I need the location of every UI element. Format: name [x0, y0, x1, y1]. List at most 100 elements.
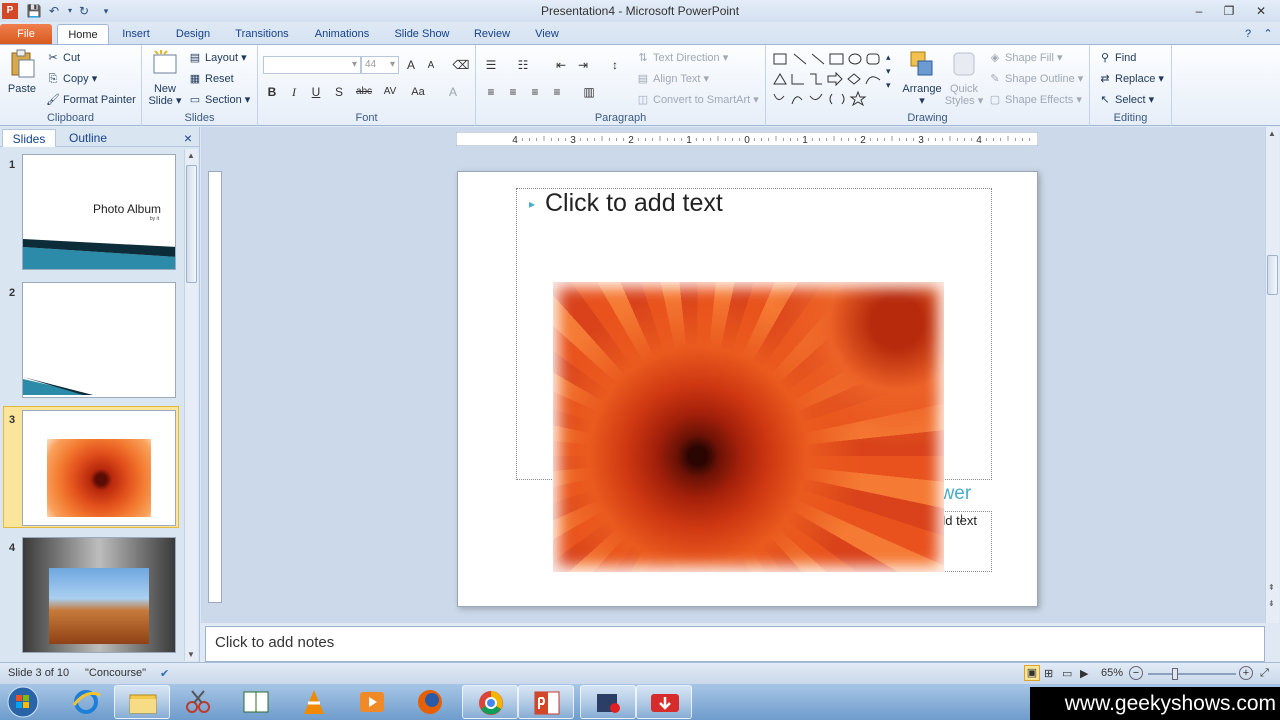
- text-shadow-button[interactable]: S: [330, 83, 348, 101]
- replace-button[interactable]: ⇄ Replace ▾: [1098, 71, 1164, 87]
- editor-scroll-thumb[interactable]: [1267, 255, 1278, 295]
- bold-button[interactable]: B: [263, 83, 281, 101]
- zoom-slider[interactable]: [1148, 668, 1236, 680]
- change-case-button[interactable]: Aa: [406, 83, 430, 101]
- maximize-button[interactable]: ❐: [1216, 2, 1242, 20]
- powerpoint-taskbar-icon[interactable]: [518, 685, 574, 719]
- tab-transitions[interactable]: Transitions: [228, 24, 296, 44]
- paintbrush-icon: 🖌: [46, 94, 60, 106]
- tab-view[interactable]: View: [528, 24, 566, 44]
- tab-design[interactable]: Design: [170, 24, 216, 44]
- shape-fill-button[interactable]: ◈ Shape Fill ▾: [988, 50, 1063, 66]
- underline-button[interactable]: U: [307, 83, 325, 101]
- italic-button[interactable]: I: [285, 83, 303, 101]
- downloader-icon[interactable]: [636, 685, 692, 719]
- ebook-reader-icon[interactable]: [228, 685, 284, 719]
- notes-pane[interactable]: Click to add notes: [205, 626, 1265, 662]
- tab-review[interactable]: Review: [468, 24, 516, 44]
- tab-home[interactable]: Home: [57, 24, 109, 44]
- align-center-icon[interactable]: ≡: [504, 83, 522, 101]
- normal-view-icon[interactable]: ▣: [1024, 665, 1040, 681]
- tab-insert[interactable]: Insert: [116, 24, 156, 44]
- select-button[interactable]: ↖ Select ▾: [1098, 92, 1154, 108]
- slide-thumbnail-4[interactable]: [22, 537, 176, 653]
- decrease-indent-icon[interactable]: ⇤: [552, 56, 570, 74]
- fit-slide-icon[interactable]: ⤢: [1260, 667, 1269, 680]
- align-text-button[interactable]: ▤ Align Text ▾: [636, 71, 709, 87]
- copy-button[interactable]: ⎘ Copy ▾: [46, 71, 98, 87]
- reading-view-icon[interactable]: ▭: [1062, 667, 1072, 680]
- firefox-icon[interactable]: [402, 685, 458, 719]
- shrink-font-button[interactable]: A: [422, 57, 440, 75]
- slide-thumbnail-1[interactable]: Photo Album by it: [22, 154, 176, 270]
- tab-slides[interactable]: Slides: [2, 129, 56, 147]
- zoom-in-icon[interactable]: +: [1239, 666, 1253, 680]
- shape-effects-button[interactable]: ▢ Shape Effects ▾: [988, 92, 1082, 108]
- media-player-icon[interactable]: [344, 685, 400, 719]
- character-spacing-button[interactable]: AV: [378, 83, 402, 101]
- pane-scroll-thumb[interactable]: [186, 165, 197, 283]
- tab-slide-show[interactable]: Slide Show: [388, 24, 456, 44]
- snipping-tool-icon[interactable]: [170, 685, 226, 719]
- start-button[interactable]: [2, 685, 44, 719]
- collapse-ribbon-icon[interactable]: ⌃: [1260, 24, 1276, 44]
- close-pane-button[interactable]: ×: [180, 129, 196, 147]
- slide-show-icon[interactable]: ▶: [1080, 667, 1088, 680]
- new-slide-button[interactable]: New Slide ▾: [146, 49, 184, 107]
- zoom-level[interactable]: 65%: [1101, 667, 1123, 679]
- paste-button[interactable]: Paste: [4, 49, 40, 95]
- grow-font-button[interactable]: A: [402, 56, 420, 74]
- slide-sorter-icon[interactable]: ⊞: [1044, 667, 1053, 680]
- ruler-tick-label: 3: [918, 135, 924, 146]
- group-paragraph: ☰ ☷ ⇤ ⇥ ↕ ≡ ≡ ≡ ≡ ▥ ⇅ Text Direction ▾ ▤ A…: [476, 45, 766, 126]
- chrome-icon[interactable]: [462, 685, 518, 719]
- slide-thumbnail-2[interactable]: [22, 282, 176, 398]
- zoom-out-icon[interactable]: −: [1129, 666, 1143, 680]
- notes-placeholder[interactable]: Click to add notes: [215, 634, 334, 651]
- close-button[interactable]: ✕: [1248, 2, 1274, 20]
- justify-icon[interactable]: ≡: [548, 83, 566, 101]
- font-name-field[interactable]: ▾: [263, 56, 361, 74]
- pane-scrollbar[interactable]: ▲ ▼: [184, 149, 198, 661]
- layout-button[interactable]: ▤ Layout ▾: [188, 50, 247, 66]
- file-explorer-icon[interactable]: [114, 685, 170, 719]
- find-button[interactable]: ⚲ Find: [1098, 50, 1136, 66]
- slide-canvas[interactable]: ▸ Click to add text ower dd text I: [457, 171, 1038, 607]
- gallery-scroll-icon[interactable]: ▴ ▾ ▾: [886, 50, 891, 92]
- numbering-icon[interactable]: ☷: [514, 56, 532, 74]
- reset-button[interactable]: ▦ Reset: [188, 71, 234, 87]
- strikethrough-button[interactable]: abc: [352, 83, 376, 101]
- internet-explorer-icon[interactable]: [58, 685, 114, 719]
- slide-thumbnail-3[interactable]: [22, 410, 176, 526]
- clear-formatting-icon[interactable]: ⌫: [452, 56, 470, 74]
- editor-scrollbar[interactable]: ▲ ⇞ ⇟: [1265, 127, 1279, 623]
- tab-file[interactable]: File: [0, 24, 52, 44]
- bullets-icon[interactable]: ☰: [482, 56, 500, 74]
- shapes-gallery[interactable]: [770, 50, 892, 106]
- font-size-field[interactable]: 44 ▾: [361, 56, 399, 74]
- text-direction-button[interactable]: ⇅ Text Direction ▾: [636, 50, 728, 66]
- convert-smartart-button[interactable]: ◫ Convert to SmartArt ▾: [636, 92, 759, 108]
- shape-outline-button[interactable]: ✎ Shape Outline ▾: [988, 71, 1083, 87]
- cut-button[interactable]: ✂ Cut: [46, 50, 80, 66]
- tab-animations[interactable]: Animations: [308, 24, 376, 44]
- body-placeholder-text[interactable]: Click to add text: [545, 189, 723, 218]
- columns-icon[interactable]: ▥: [580, 83, 598, 101]
- arrange-button[interactable]: Arrange ▾: [902, 49, 942, 107]
- quick-styles-button[interactable]: Quick Styles ▾: [944, 49, 984, 107]
- align-left-icon[interactable]: ≡: [482, 83, 500, 101]
- align-right-icon[interactable]: ≡: [526, 83, 544, 101]
- recorder-icon[interactable]: [580, 685, 636, 719]
- format-painter-button[interactable]: 🖌 Format Painter: [46, 92, 136, 108]
- minimize-button[interactable]: –: [1186, 2, 1212, 20]
- flower-picture[interactable]: [553, 282, 944, 572]
- vlc-icon[interactable]: [286, 685, 342, 719]
- font-color-button[interactable]: A: [444, 83, 462, 101]
- zoom-slider-thumb[interactable]: [1172, 668, 1178, 680]
- increase-indent-icon[interactable]: ⇥: [574, 56, 592, 74]
- tab-outline[interactable]: Outline: [60, 129, 116, 147]
- spell-check-icon[interactable]: ✔: [160, 667, 169, 680]
- line-spacing-icon[interactable]: ↕: [606, 56, 624, 74]
- help-icon[interactable]: ?: [1240, 24, 1256, 44]
- section-button[interactable]: ▭ Section ▾: [188, 92, 250, 108]
